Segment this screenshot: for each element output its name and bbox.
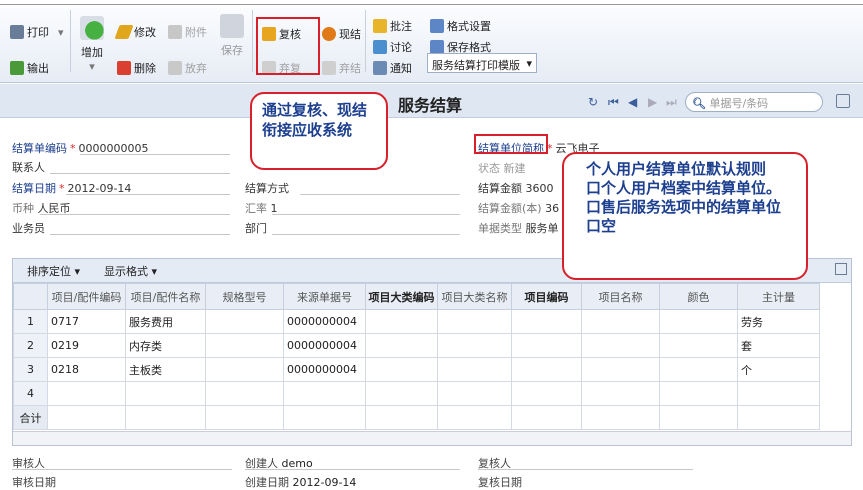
delete-button[interactable]: 删除 xyxy=(117,60,156,76)
delete-icon xyxy=(117,61,131,75)
abandon-button[interactable]: 放弃 xyxy=(168,60,207,76)
chevron-down-icon: ▾ xyxy=(89,60,95,73)
audit-date-label: 审核日期 xyxy=(12,476,56,489)
horizontal-scrollbar[interactable] xyxy=(13,431,851,445)
bill-type-field: 单据类型 服务单 xyxy=(478,222,559,235)
required-mark: * xyxy=(59,182,65,195)
create-date-field: 创建日期 2012-09-14 xyxy=(245,476,357,489)
prev-page-icon[interactable]: ◀ xyxy=(628,95,637,109)
column-header[interactable]: 项目大类名称 xyxy=(437,283,512,310)
unit-highlight xyxy=(474,134,548,154)
expand-icon[interactable] xyxy=(835,263,847,275)
method-field[interactable] xyxy=(300,194,460,195)
contact-label: 联系人 xyxy=(12,161,45,174)
row-number-header xyxy=(13,283,48,310)
column-header[interactable]: 主计量 xyxy=(737,283,820,310)
save-format-icon xyxy=(430,40,444,54)
dept-field[interactable] xyxy=(272,234,460,235)
unsettle-icon xyxy=(322,61,336,75)
top-border xyxy=(0,4,863,5)
abandon-icon xyxy=(168,61,182,75)
search-icon: 🔍︎ xyxy=(692,97,706,110)
discuss-icon xyxy=(373,40,387,54)
column-header[interactable]: 颜色 xyxy=(659,283,738,310)
column-header[interactable]: 项目/配件编码 xyxy=(47,283,126,310)
amount-field: 结算金额 3600 xyxy=(478,182,554,195)
table-header: 项目/配件编码 项目/配件名称 规格型号 来源单据号 项目大类编码 项目大类名称… xyxy=(13,283,820,310)
floppy-icon xyxy=(220,14,244,38)
review-highlight xyxy=(256,17,320,75)
paperclip-icon xyxy=(168,25,182,39)
detail-grid: 排序定位 ▾ 显示格式 ▾ 项目/配件编码 项目/配件名称 规格型号 来源单据号… xyxy=(12,258,852,446)
annotate-button[interactable]: 批注 xyxy=(373,18,412,34)
search-input[interactable]: 🔍︎ 单据号/条码 xyxy=(685,92,823,112)
salesman-label: 业务员 xyxy=(12,222,45,235)
notify-button[interactable]: 通知 xyxy=(373,60,412,76)
save-button[interactable]: 保存 xyxy=(220,14,244,58)
divider xyxy=(252,10,253,72)
chevron-down-icon: ▾ xyxy=(151,264,158,278)
underline xyxy=(12,469,232,470)
underline xyxy=(478,469,693,470)
divider xyxy=(70,10,71,72)
divider xyxy=(365,10,366,72)
table-row[interactable]: 3 0218 主板类 0000000004 个 xyxy=(13,357,820,382)
add-button[interactable]: 增加 ▾ xyxy=(80,16,104,73)
print-button[interactable]: 打印 ▾ xyxy=(10,24,64,40)
refresh-icon[interactable]: ↻ xyxy=(588,95,598,109)
column-header[interactable]: 规格型号 xyxy=(205,283,284,310)
modify-button[interactable]: 修改 xyxy=(114,24,156,40)
cash-icon xyxy=(322,27,336,41)
export-button[interactable]: 输出 xyxy=(10,60,49,76)
discuss-button[interactable]: 讨论 xyxy=(373,39,412,55)
method-label: 结算方式 xyxy=(245,182,289,195)
sort-locate-button[interactable]: 排序定位 ▾ xyxy=(27,263,80,279)
page-title: 服务结算 xyxy=(398,96,463,115)
printer-icon xyxy=(10,25,24,39)
format-settings-icon xyxy=(430,19,444,33)
chevron-down-icon: ▾ xyxy=(58,25,64,39)
amount-local-field: 结算金额(本) 36 xyxy=(478,202,560,215)
column-header[interactable]: 项目编码 xyxy=(511,283,582,310)
last-page-icon[interactable]: ⏭ xyxy=(666,95,677,110)
review-callout: 通过复核、现结衔接应收系统 xyxy=(250,92,388,170)
table-row[interactable]: 2 0219 内存类 0000000004 套 xyxy=(13,333,820,358)
rule-callout: 个人用户结算单位默认规则 口个人用户档案中结算单位。 口售后服务选项中的结算单位… xyxy=(562,152,808,280)
column-header[interactable]: 项目大类编码 xyxy=(365,283,438,310)
contact-field[interactable] xyxy=(50,173,230,174)
underline xyxy=(40,214,230,215)
underline xyxy=(245,469,460,470)
table-row[interactable]: 1 0717 服务费用 0000000004 劳务 xyxy=(13,309,820,334)
notify-icon xyxy=(373,61,387,75)
first-page-icon[interactable]: ⏮ xyxy=(608,95,619,110)
column-header[interactable]: 项目名称 xyxy=(581,283,660,310)
annotate-icon xyxy=(373,19,387,33)
panel-toggle-icon[interactable] xyxy=(836,94,850,108)
add-icon xyxy=(80,16,104,40)
underline xyxy=(80,154,230,155)
format-settings-button[interactable]: 格式设置 xyxy=(430,18,491,34)
unsettle-button[interactable]: 弃结 xyxy=(322,60,361,76)
status-field: 状态 新建 xyxy=(478,162,526,175)
export-icon xyxy=(10,61,24,75)
total-row: 合计 xyxy=(13,405,820,430)
pencil-icon xyxy=(114,25,134,39)
column-header[interactable]: 项目/配件名称 xyxy=(125,283,206,310)
next-page-icon[interactable]: ▶ xyxy=(648,95,657,109)
display-format-button[interactable]: 显示格式 ▾ xyxy=(104,263,157,279)
detail-table: 项目/配件编码 项目/配件名称 规格型号 来源单据号 项目大类编码 项目大类名称… xyxy=(13,283,820,430)
column-header[interactable]: 来源单据号 xyxy=(283,283,366,310)
underline xyxy=(272,214,460,215)
chevron-down-icon: ▾ xyxy=(74,264,81,278)
salesman-field[interactable] xyxy=(50,234,230,235)
attach-button[interactable]: 附件 xyxy=(168,24,207,40)
review-date-label: 复核日期 xyxy=(478,476,522,489)
chevron-down-icon: ▾ xyxy=(526,57,532,70)
underline xyxy=(66,194,230,195)
required-mark: * xyxy=(70,142,76,155)
print-template-select[interactable]: 服务结算打印模版 ▾ xyxy=(427,53,537,73)
cash-settle-button[interactable]: 现结 xyxy=(322,26,361,42)
table-row[interactable]: 4 xyxy=(13,381,820,406)
dept-label: 部门 xyxy=(245,222,267,235)
